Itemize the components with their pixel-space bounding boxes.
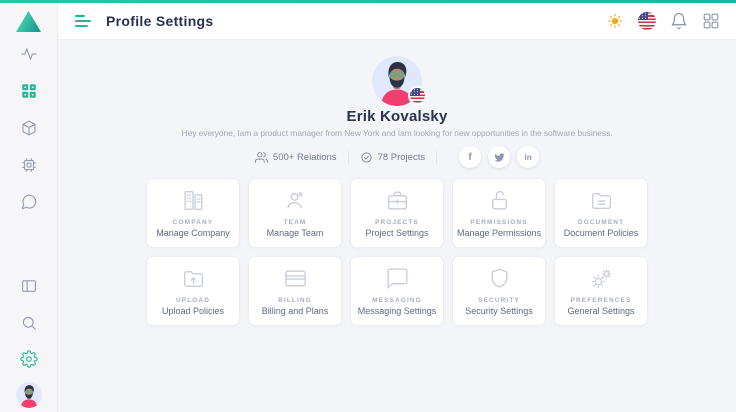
card-action-link[interactable]: General Settings (567, 306, 634, 316)
card-category: DOCUMENT (578, 219, 624, 226)
search-icon (20, 314, 38, 332)
card-action-link[interactable]: Upload Policies (162, 306, 224, 316)
card-manage-permissions[interactable]: PERMISSIONS Manage Permissions (452, 178, 546, 248)
sidebar-item-dashboard[interactable] (20, 82, 38, 100)
facebook-icon: f (468, 152, 471, 163)
profile-name: Erik Kovalsky (58, 108, 736, 125)
user-avatar-image (16, 382, 42, 408)
document-folder-icon (589, 188, 614, 213)
card-billing-plans[interactable]: BILLING Billing and Plans (248, 256, 342, 326)
card-project-settings[interactable]: PROJECTS Project Settings (350, 178, 444, 248)
relations-stat: 500+ Relations (255, 151, 337, 164)
header: Profile Settings (58, 3, 736, 40)
card-action-link[interactable]: Manage Company (156, 228, 230, 238)
projects-stat-label: 78 Projects (378, 152, 426, 163)
card-manage-team[interactable]: TEAM Manage Team (248, 178, 342, 248)
users-icon (255, 151, 268, 164)
upload-folder-icon (181, 266, 206, 291)
card-action-link[interactable]: Messaging Settings (358, 306, 437, 316)
bell-icon (670, 12, 688, 30)
building-icon (181, 188, 206, 213)
sidebar-user-avatar[interactable] (16, 382, 42, 408)
theme-toggle-button[interactable] (605, 12, 624, 31)
profile-stats-row: 500+ Relations 78 Projects f in (58, 146, 736, 168)
apps-menu-button[interactable] (701, 12, 720, 31)
card-security-settings[interactable]: SECURITY Security Settings (452, 256, 546, 326)
sidebar-item-activity[interactable] (20, 45, 38, 63)
card-manage-company[interactable]: COMPANY Manage Company (146, 178, 240, 248)
card-action-link[interactable]: Security Settings (465, 306, 533, 316)
apps-grid-icon (702, 12, 720, 30)
language-selector[interactable] (637, 12, 656, 31)
card-action-link[interactable]: Manage Permissions (457, 228, 541, 238)
card-category: PERMISSIONS (470, 219, 527, 226)
gears-icon (589, 266, 614, 291)
card-category: MESSAGING (372, 297, 422, 304)
profile-avatar (372, 56, 422, 106)
card-category: COMPANY (173, 219, 213, 226)
card-category: SECURITY (478, 297, 520, 304)
sidebar-item-settings[interactable] (20, 350, 38, 368)
team-icon (283, 188, 308, 213)
twitter-icon (494, 152, 505, 163)
chat-bubble-icon (20, 193, 38, 211)
briefcase-icon (385, 188, 410, 213)
sidebar-item-search[interactable] (20, 314, 38, 332)
menu-toggle-button[interactable] (75, 15, 91, 27)
card-category: UPLOAD (176, 297, 210, 304)
profile-bio: Hey everyone, Iam a product manager from… (58, 128, 736, 138)
header-actions (605, 12, 720, 31)
us-flag-icon (638, 12, 656, 30)
card-document-policies[interactable]: DOCUMENT Document Policies (554, 178, 648, 248)
sidebar-item-system[interactable] (20, 156, 38, 174)
social-links: f in (459, 146, 539, 168)
notifications-button[interactable] (669, 12, 688, 31)
card-upload-policies[interactable]: UPLOAD Upload Policies (146, 256, 240, 326)
settings-card-grid: COMPANY Manage Company TEAM Manage Team … (146, 178, 648, 326)
twitter-button[interactable] (488, 146, 510, 168)
sidebar-item-messages[interactable] (20, 193, 38, 211)
card-category: PREFERENCES (571, 297, 632, 304)
card-action-link[interactable]: Document Policies (564, 228, 639, 238)
projects-stat: 78 Projects (360, 151, 426, 164)
gear-icon (20, 350, 38, 368)
card-messaging-settings[interactable]: MESSAGING Messaging Settings (350, 256, 444, 326)
relations-stat-label: 500+ Relations (273, 152, 337, 163)
sidebar-item-packages[interactable] (20, 119, 38, 137)
chip-icon (20, 156, 38, 174)
card-action-link[interactable]: Project Settings (365, 228, 428, 238)
activity-icon (20, 45, 38, 63)
brand-logo[interactable] (16, 11, 41, 32)
message-square-icon (385, 266, 410, 291)
credit-card-icon (283, 266, 308, 291)
shield-icon (487, 266, 512, 291)
divider (348, 151, 349, 164)
unlock-icon (487, 188, 512, 213)
card-category: BILLING (278, 297, 312, 304)
page-title: Profile Settings (106, 13, 213, 29)
app-window: Profile Settings Erik Kovalsky Hey every… (0, 0, 736, 412)
divider (436, 151, 437, 164)
card-category: TEAM (284, 219, 307, 226)
panel-icon (20, 277, 38, 295)
package-icon (20, 119, 38, 137)
sidebar-item-layout[interactable] (20, 277, 38, 295)
card-category: PROJECTS (375, 219, 419, 226)
facebook-button[interactable]: f (459, 146, 481, 168)
profile-country-flag-icon (408, 86, 427, 105)
sun-icon (606, 12, 624, 30)
sidebar (0, 3, 58, 412)
check-circle-icon (360, 151, 373, 164)
dashboard-grid-icon (20, 82, 38, 100)
linkedin-icon: in (525, 153, 532, 162)
card-action-link[interactable]: Billing and Plans (262, 306, 329, 316)
linkedin-button[interactable]: in (517, 146, 539, 168)
main-content: Erik Kovalsky Hey everyone, Iam a produc… (58, 40, 736, 412)
card-action-link[interactable]: Manage Team (267, 228, 324, 238)
card-general-settings[interactable]: PREFERENCES General Settings (554, 256, 648, 326)
